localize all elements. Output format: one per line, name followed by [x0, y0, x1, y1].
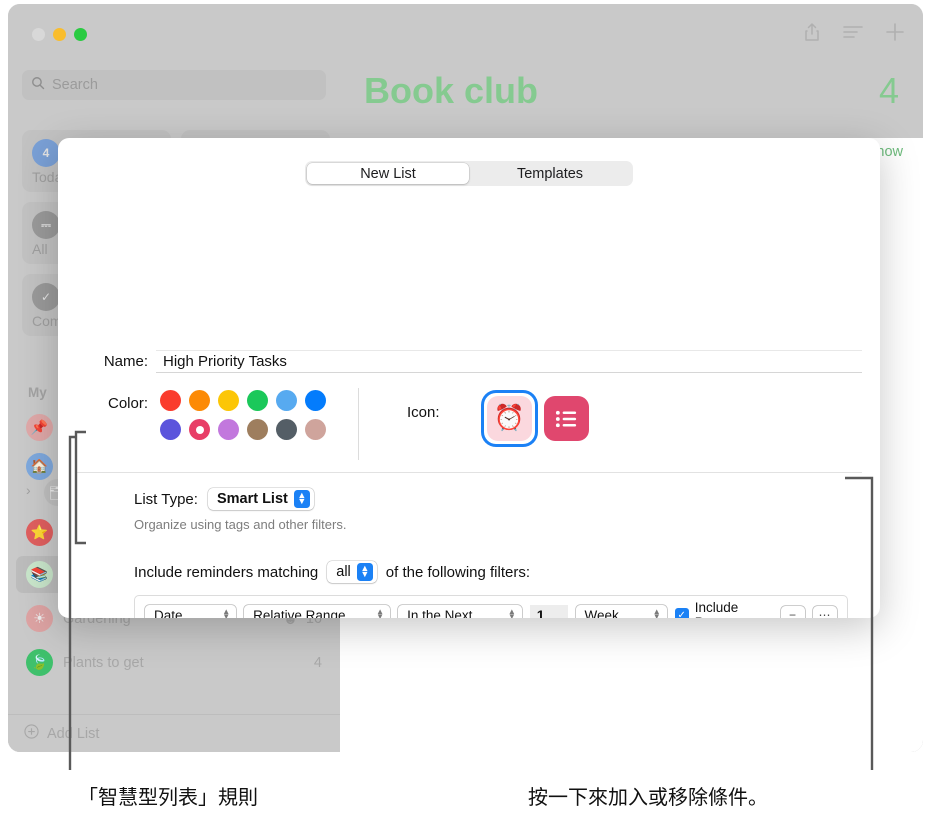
remove-filter-button[interactable]: − [781, 605, 806, 618]
name-row: Name: [58, 350, 880, 373]
list-type-row: List Type: Smart List ▲ ▼ [134, 488, 314, 510]
color-swatch-purple[interactable] [218, 419, 239, 440]
filter-field-select[interactable]: Date ▲ ▼ [145, 604, 237, 619]
list-type-value: Smart List [216, 491, 288, 507]
list-type-label: List Type: [134, 490, 198, 508]
calendar-icon: 4 [32, 139, 60, 167]
filter-row: Date ▲ ▼ Relative Range ▲ ▼ In the Next ▲ ▼… [135, 596, 847, 618]
filter-amount-input[interactable]: 1 [529, 604, 568, 618]
new-list-dialog: New List Templates Name: Color: [58, 138, 880, 618]
match-type-popup-button[interactable]: all ▲ ▼ [327, 561, 377, 583]
smart-card-label: All [32, 241, 48, 257]
chevron-up-down-icon: ▲ ▼ [507, 607, 516, 618]
list-type-popup-button[interactable]: Smart List ▲ ▼ [207, 488, 314, 510]
share-icon[interactable] [803, 22, 821, 47]
checkmark-icon: ✓ [32, 283, 60, 311]
color-swatch-indigo[interactable] [160, 419, 181, 440]
chevron-up-down-icon: ▲ ▼ [652, 607, 661, 618]
dialog-segmented-control[interactable]: New List Templates [305, 161, 633, 186]
color-swatch-pink[interactable] [189, 419, 210, 440]
filter-unit-select[interactable]: Week ▲ ▼ [575, 604, 667, 619]
color-swatch-brown[interactable] [247, 419, 268, 440]
filter-condition-select[interactable]: In the Next ▲ ▼ [398, 604, 522, 619]
bullet-list-icon [544, 396, 589, 441]
pin-icon: 📌 [26, 414, 53, 441]
tab-new-list[interactable]: New List [307, 163, 469, 184]
name-label: Name: [103, 353, 148, 370]
list-type-subtitle: Organize using tags and other filters. [134, 517, 347, 532]
page-count: 4 [878, 70, 899, 111]
include-past-label: Include Past... [694, 600, 739, 618]
plus-circle-icon [24, 723, 39, 744]
divider [76, 472, 862, 473]
window-traffic-lights[interactable] [32, 28, 87, 41]
chevron-up-down-icon: ▲ ▼ [356, 563, 373, 581]
color-swatch-slate[interactable] [276, 419, 297, 440]
inbox-icon: ⎓ [32, 211, 60, 239]
color-swatch-blue[interactable] [305, 390, 326, 411]
match-suffix-label: of the following filters: [385, 563, 531, 581]
list-item-count: 4 [313, 654, 322, 671]
search-input[interactable]: Search [22, 70, 326, 100]
minimize-icon[interactable] [53, 28, 66, 41]
sun-icon: ☀ [26, 605, 53, 632]
list-item-label: Plants to get [63, 654, 144, 671]
color-swatch-yellow[interactable] [218, 390, 239, 411]
sidebar-list-item-plants-to-get[interactable]: 🍃 Plants to get 4 [16, 644, 332, 681]
search-icon [31, 76, 45, 95]
chevron-up-down-icon: ▲ ▼ [376, 607, 385, 618]
filter-condition-value: In the Next [407, 607, 473, 619]
filter-operator-select[interactable]: Relative Range ▲ ▼ [244, 604, 391, 619]
match-prefix-label: Include reminders matching [134, 563, 319, 581]
color-swatch-grid[interactable] [156, 386, 330, 464]
color-and-icon-row: Color: Icon: ⏰ [58, 386, 880, 464]
color-swatch-light-blue[interactable] [276, 390, 297, 411]
icon-label: Icon: [407, 404, 440, 421]
leaf-icon: 🍃 [26, 649, 53, 676]
color-block: Color: [58, 386, 358, 464]
show-completed-link[interactable]: how [876, 144, 903, 160]
star-icon: ⭐ [26, 519, 53, 546]
add-list-label: Add List [47, 725, 100, 742]
books-icon: 📚 [26, 561, 53, 588]
tab-templates[interactable]: Templates [469, 163, 631, 184]
color-swatch-green[interactable] [247, 390, 268, 411]
filters-list: Date ▲ ▼ Relative Range ▲ ▼ In the Next ▲ ▼… [134, 595, 848, 618]
color-swatch-red[interactable] [160, 390, 181, 411]
match-type-value: all [336, 564, 351, 580]
chevron-up-down-icon: ▲ ▼ [293, 490, 310, 508]
chevron-up-down-icon: ▲ ▼ [222, 607, 231, 618]
include-past-checkbox[interactable]: ✓ Include Past... [674, 600, 765, 618]
match-row: Include reminders matching all ▲ ▼ of the… [134, 561, 530, 583]
icon-option-bullet-list[interactable] [538, 390, 595, 447]
zoom-icon[interactable] [74, 28, 87, 41]
search-placeholder: Search [52, 77, 98, 93]
icon-block: Icon: ⏰ [359, 386, 595, 464]
plus-icon[interactable] [885, 22, 905, 47]
filter-operator-value: Relative Range [253, 607, 346, 619]
color-label: Color: [107, 395, 148, 412]
today-count: 4 [42, 146, 50, 160]
filter-field-value: Date [154, 607, 183, 619]
close-icon[interactable] [32, 28, 45, 41]
callout-add-remove-condition: 按一下來加入或移除條件。 [528, 785, 768, 809]
sidebar-section-header: My [28, 385, 47, 400]
color-swatch-dusty-rose[interactable] [305, 419, 326, 440]
content-toolbar [803, 22, 905, 47]
filter-unit-value: Week [584, 607, 619, 619]
alarm-clock-icon: ⏰ [487, 396, 532, 441]
list-name-input[interactable] [156, 350, 862, 373]
more-options-button[interactable]: ⋯ [813, 605, 838, 618]
add-list-button[interactable]: Add List [8, 714, 340, 752]
page-title: Book club [364, 70, 539, 111]
icon-option-alarm-clock[interactable]: ⏰ [481, 390, 538, 447]
list-view-icon[interactable] [843, 24, 863, 45]
color-swatch-orange[interactable] [189, 390, 210, 411]
callout-smart-list-rules: 「智慧型列表」規則 [78, 785, 258, 809]
checkmark-icon: ✓ [674, 608, 689, 618]
